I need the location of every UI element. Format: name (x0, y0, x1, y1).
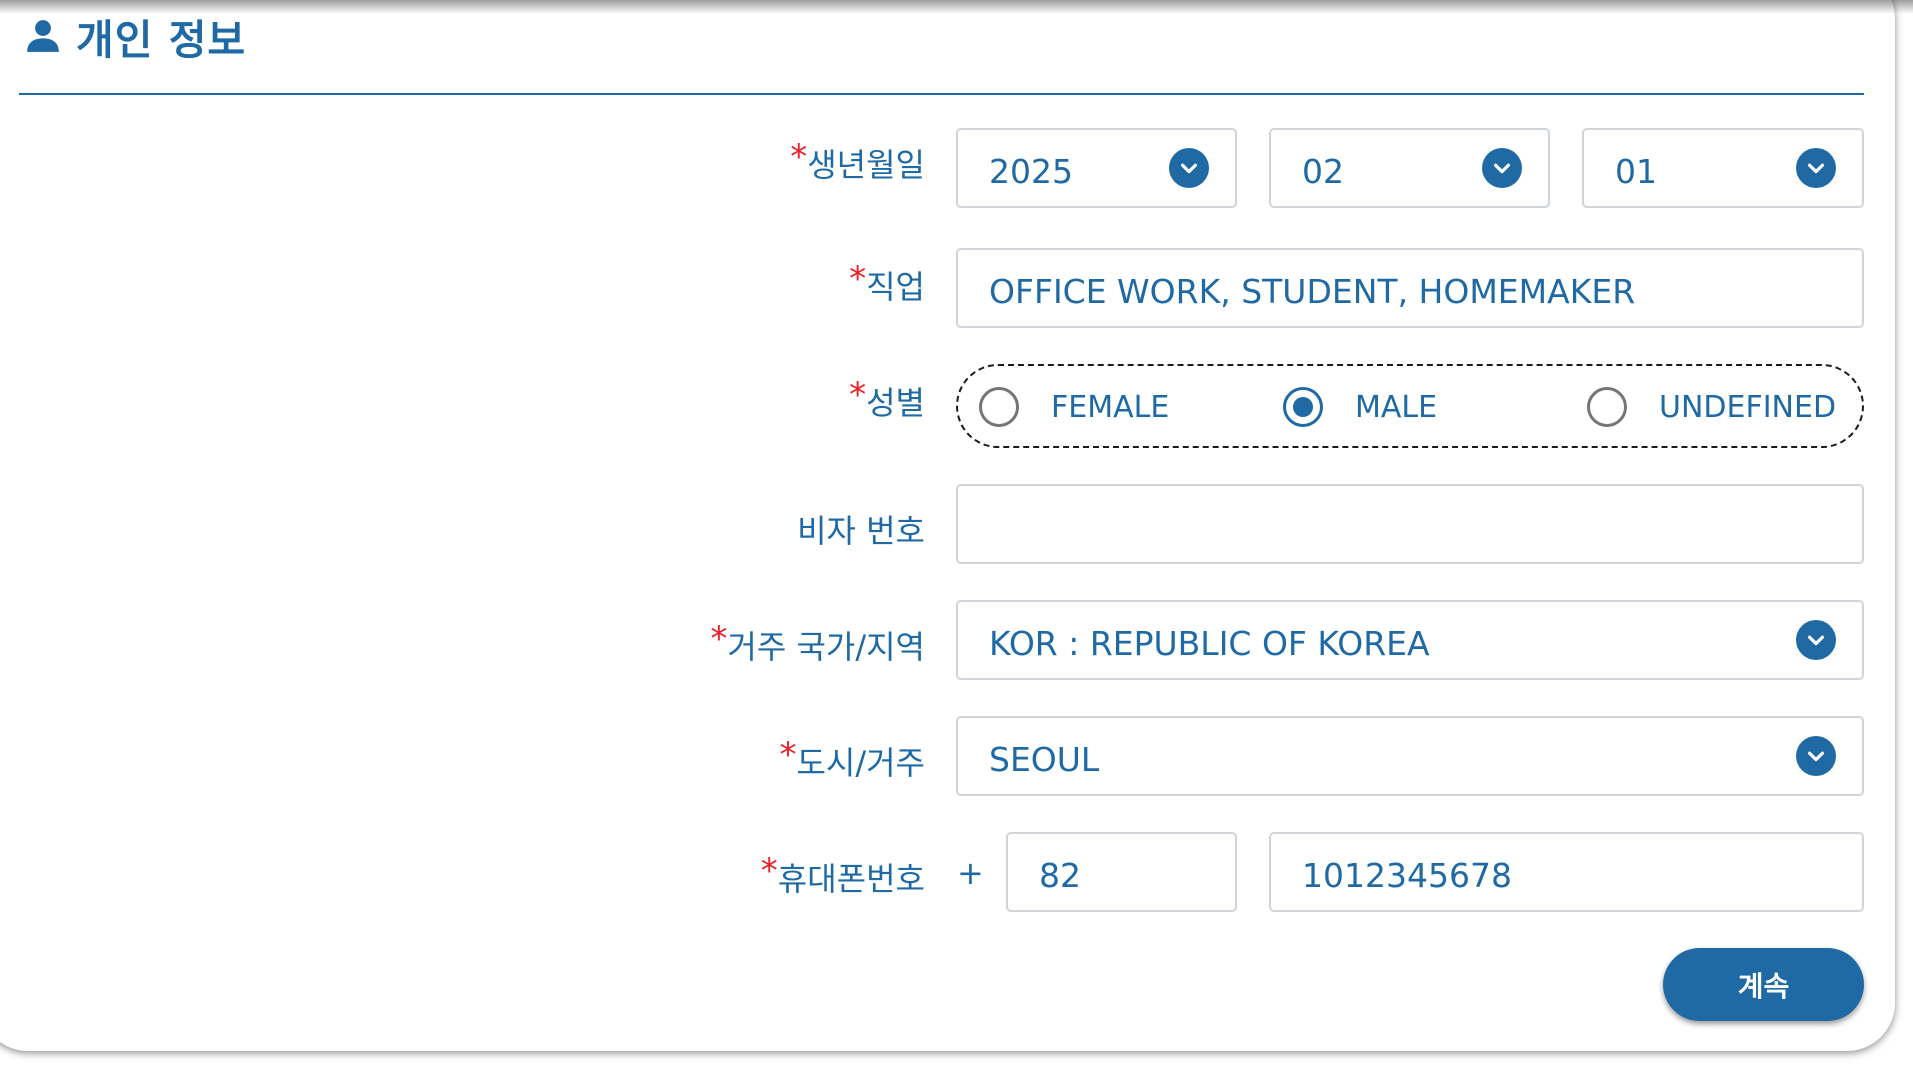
country-label-text: 거주 국가/지역 (727, 628, 925, 666)
top-shadow (0, 0, 1913, 14)
continue-button[interactable]: 계속 (1663, 948, 1864, 1021)
occupation-field[interactable]: OFFICE WORK, STUDENT, HOMEMAKER (956, 248, 1864, 328)
birthdate-label-text: 생년월일 (807, 146, 925, 184)
person-icon (27, 20, 59, 52)
phone-number-field[interactable]: 1012345678 (1269, 832, 1864, 912)
required-mark: * (849, 259, 867, 299)
required-mark: * (849, 375, 867, 415)
phone-number-value: 1012345678 (1302, 855, 1512, 895)
city-select[interactable]: SEOUL (956, 716, 1864, 796)
gender-option-female[interactable]: FEMALE (979, 387, 1169, 427)
required-mark: * (710, 619, 728, 659)
phone-country-code-value: 82 (1039, 855, 1081, 895)
city-value: SEOUL (989, 739, 1100, 779)
phone-plus-sign: + (957, 854, 984, 892)
chevron-down-icon[interactable] (1482, 148, 1522, 188)
gender-radio-group: FEMALE MALE UNDEFINED (956, 364, 1864, 448)
occupation-value: OFFICE WORK, STUDENT, HOMEMAKER (989, 271, 1636, 311)
chevron-down-icon[interactable] (1796, 620, 1836, 660)
birth-month-value: 02 (1302, 151, 1344, 191)
phone-label-text: 휴대폰번호 (777, 860, 925, 898)
visa-number-field[interactable] (956, 484, 1864, 564)
visa-label: 비자 번호 (797, 512, 925, 550)
occupation-label: *직업 (849, 259, 925, 308)
phone-country-code-field[interactable]: 82 (1006, 832, 1237, 912)
section-title: 개인 정보 (76, 16, 247, 64)
chevron-down-icon[interactable] (1796, 736, 1836, 776)
gender-label: *성별 (849, 375, 925, 424)
radio-button-selected[interactable] (1283, 387, 1323, 427)
country-label: *거주 국가/지역 (710, 619, 925, 668)
gender-option-undefined[interactable]: UNDEFINED (1587, 387, 1836, 427)
city-label-text: 도시/거주 (796, 744, 925, 782)
birthdate-label: *생년월일 (790, 137, 925, 186)
birth-day-select[interactable]: 01 (1582, 128, 1864, 208)
city-label: *도시/거주 (779, 735, 925, 784)
gender-option-label: UNDEFINED (1659, 389, 1837, 425)
chevron-down-icon[interactable] (1796, 148, 1836, 188)
occupation-label-text: 직업 (866, 268, 925, 306)
gender-option-label: FEMALE (1051, 389, 1170, 425)
gender-option-label: MALE (1355, 389, 1438, 425)
birth-day-value: 01 (1615, 151, 1657, 191)
gender-label-text: 성별 (866, 384, 925, 422)
birth-year-select[interactable]: 2025 (956, 128, 1237, 208)
radio-button[interactable] (1587, 387, 1627, 427)
radio-button[interactable] (979, 387, 1019, 427)
required-mark: * (779, 735, 797, 775)
required-mark: * (760, 851, 778, 891)
birth-month-select[interactable]: 02 (1269, 128, 1550, 208)
gender-option-male[interactable]: MALE (1283, 387, 1437, 427)
chevron-down-icon[interactable] (1169, 148, 1209, 188)
phone-label: *휴대폰번호 (760, 851, 925, 900)
section-divider (19, 93, 1864, 95)
birth-year-value: 2025 (989, 151, 1073, 191)
country-value: KOR : REPUBLIC OF KOREA (989, 623, 1430, 663)
required-mark: * (790, 137, 808, 177)
section-header: 개인 정보 (24, 8, 246, 64)
country-select[interactable]: KOR : REPUBLIC OF KOREA (956, 600, 1864, 680)
